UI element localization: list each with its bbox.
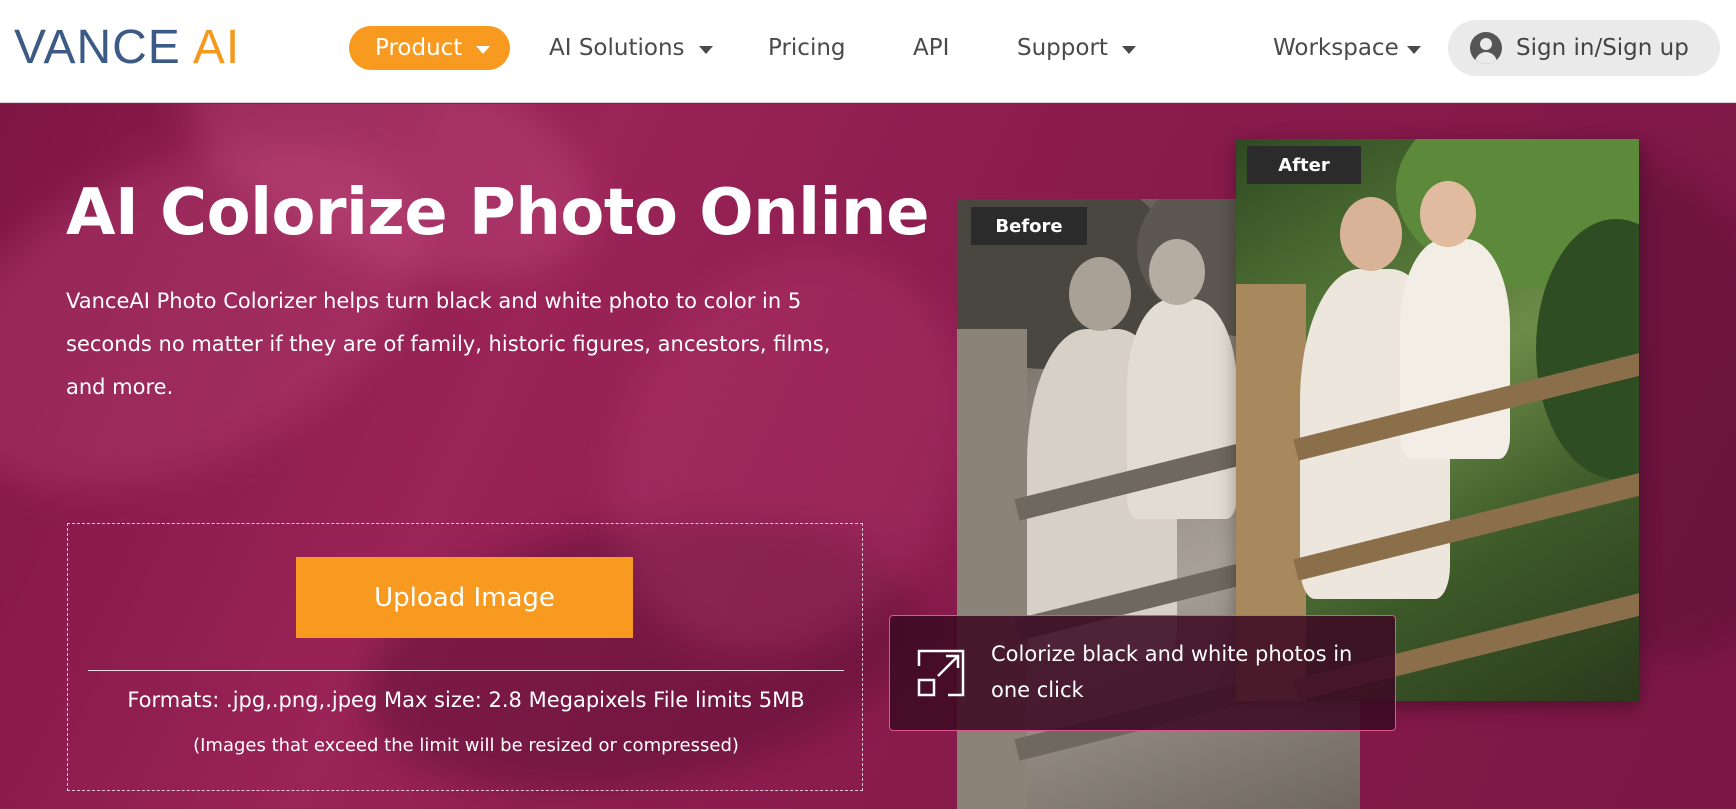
nav-workspace-label: Workspace [1273, 35, 1399, 61]
logo-text-ai: AI [192, 21, 241, 74]
nav-ai-solutions-label: AI Solutions [549, 35, 685, 61]
nav-product-label: Product [375, 35, 463, 61]
hero-section: AI Colorize Photo Online VanceAI Photo C… [0, 104, 1736, 809]
chevron-down-icon [698, 46, 713, 54]
upload-size-note: (Images that exceed the limit will be re… [193, 735, 739, 756]
after-label: After [1247, 146, 1361, 184]
photo-face [1340, 197, 1402, 271]
nav-api[interactable]: API [913, 26, 949, 70]
page-title: AI Colorize Photo Online [66, 176, 930, 250]
nav-api-label: API [913, 35, 950, 61]
upload-dropzone[interactable]: Upload Image Formats: .jpg,.png,.jpeg Ma… [67, 523, 863, 791]
user-icon [1470, 32, 1502, 64]
top-navigation-bar: VANCE AI Product AI Solutions Pricing API… [0, 0, 1736, 103]
nav-support-label: Support [1017, 35, 1108, 61]
nav-support[interactable]: Support [1017, 26, 1136, 70]
chevron-down-icon [1406, 46, 1421, 54]
chevron-down-icon [1121, 46, 1136, 54]
before-label: Before [971, 207, 1087, 245]
nav-pricing[interactable]: Pricing [768, 26, 846, 70]
nav-pricing-label: Pricing [768, 35, 846, 61]
feature-caption-card: Colorize black and white photos in one c… [889, 615, 1396, 731]
vanceai-logo[interactable]: VANCE AI [14, 24, 240, 72]
sign-in-button[interactable]: Sign in/Sign up [1448, 20, 1720, 76]
logo-text-vance: VANCE [14, 21, 181, 74]
upload-image-button[interactable]: Upload Image [296, 557, 633, 638]
upload-formats-info: Formats: .jpg,.png,.jpeg Max size: 2.8 M… [127, 688, 805, 712]
caption-text: Colorize black and white photos in one c… [991, 642, 1353, 702]
photo-face [1069, 257, 1131, 331]
divider [88, 670, 844, 671]
chevron-down-icon [476, 46, 491, 54]
nav-workspace[interactable]: Workspace [1273, 26, 1421, 70]
hero-description: VanceAI Photo Colorizer helps turn black… [66, 289, 831, 399]
photo-fence-post [957, 329, 1027, 809]
photo-face [1149, 239, 1205, 305]
nav-product[interactable]: Product [349, 26, 510, 70]
expand-icon[interactable] [916, 648, 966, 698]
photo-face [1420, 181, 1476, 247]
nav-ai-solutions[interactable]: AI Solutions [549, 26, 713, 70]
sign-in-label: Sign in/Sign up [1516, 35, 1689, 61]
